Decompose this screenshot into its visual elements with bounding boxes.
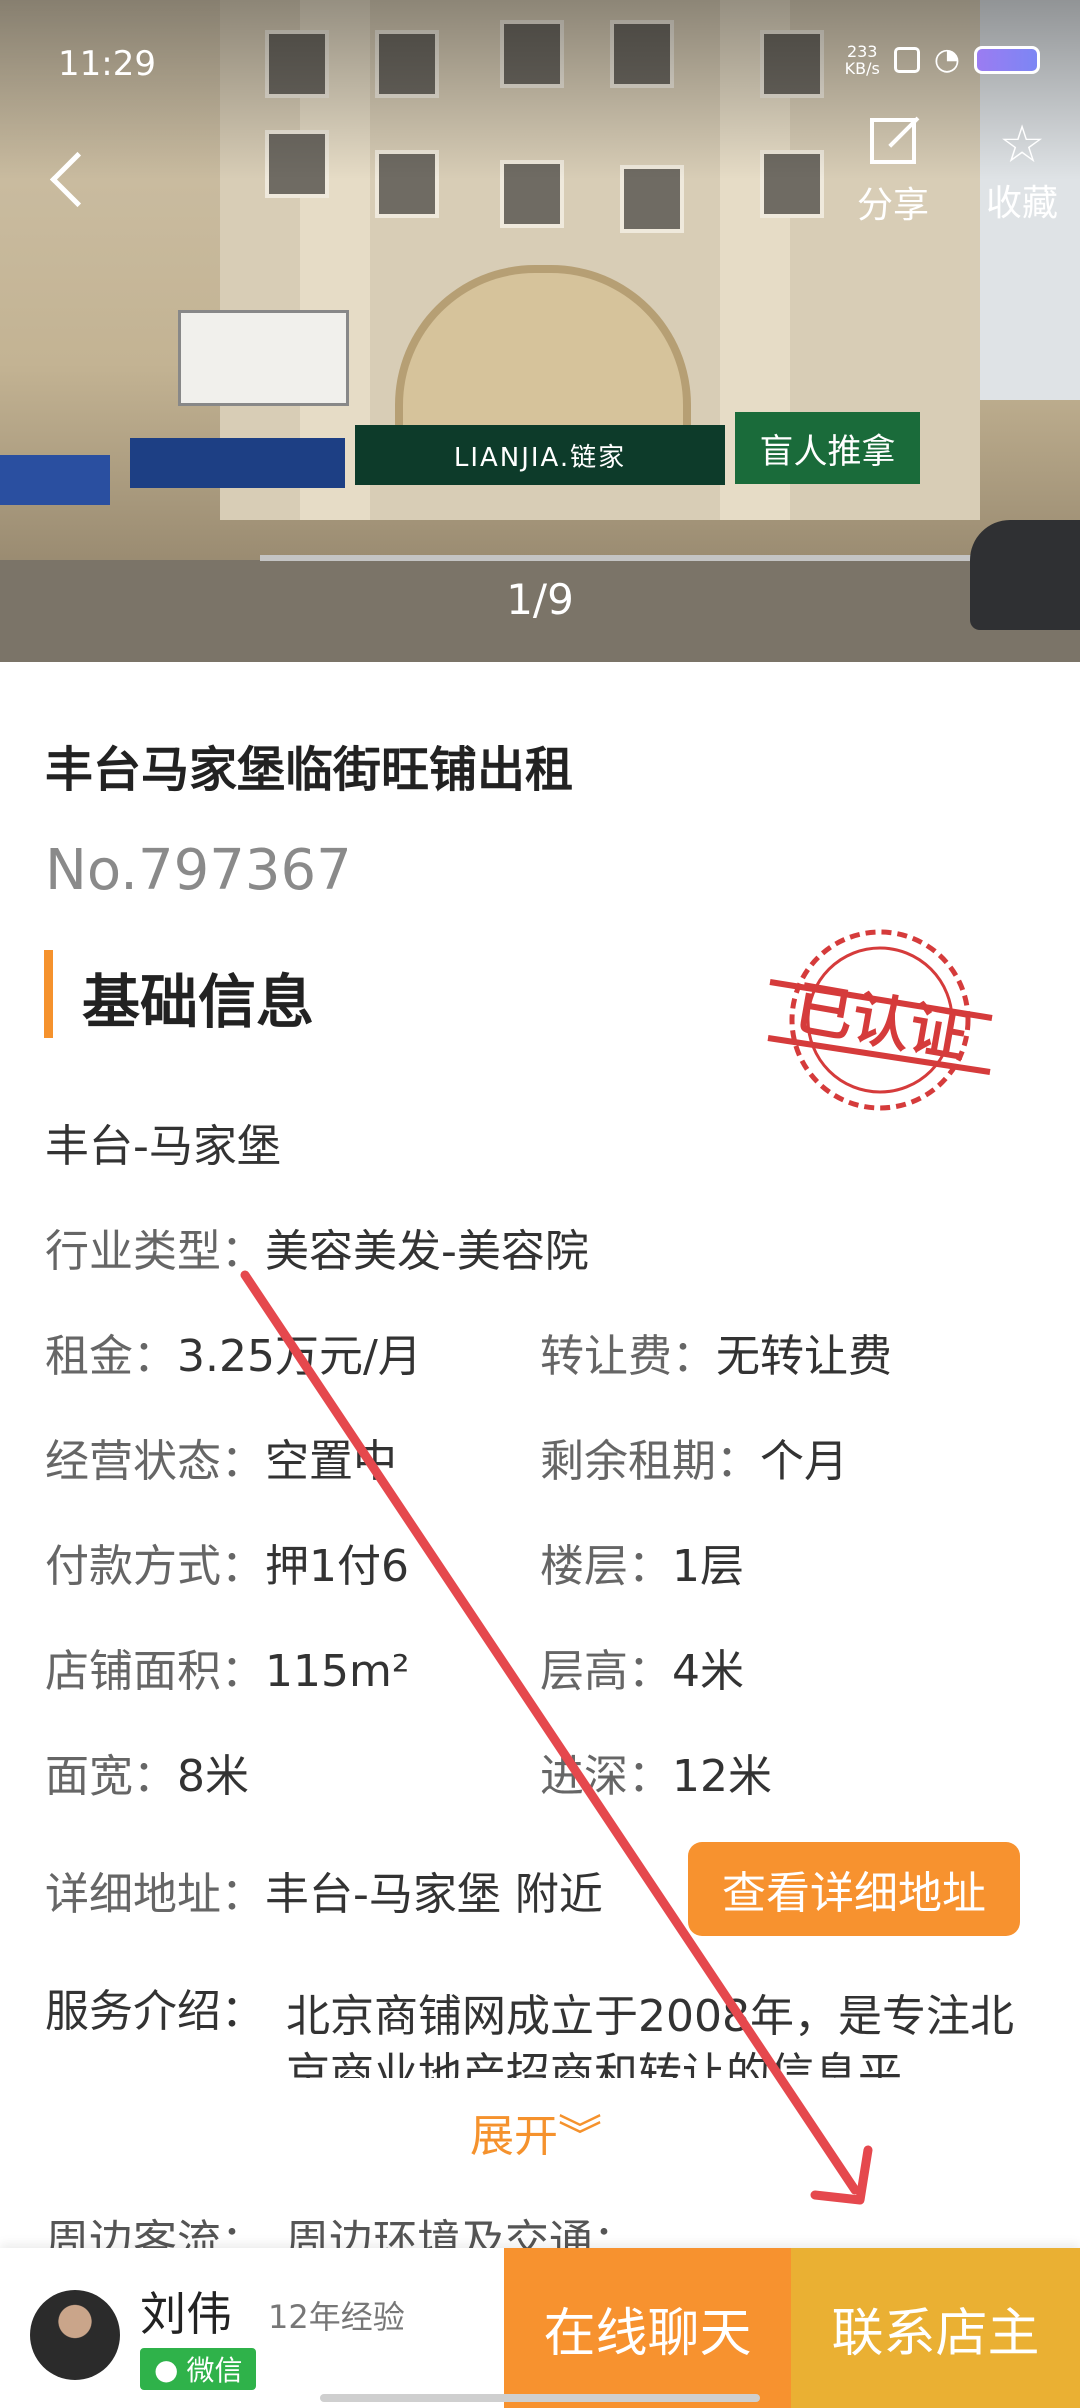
depth-label: 进深： [540,1751,672,1802]
status-label: 经营状态： [45,1436,265,1487]
detail-rent: 租金：3.25万元/月 [45,1320,422,1384]
section-accent-bar [44,950,53,1038]
transfer-value: 无转让费 [716,1331,892,1382]
chevron-down-icon: ︾ [558,2111,602,2162]
depth-value: 12米 [672,1751,772,1802]
detail-height: 层高：4米 [540,1635,744,1699]
photo-railing [260,555,1080,561]
battery-icon [974,45,1040,74]
industry-value: 美容美发-美容院 [265,1226,589,1277]
listing-number: No.797367 [45,838,352,903]
net-speed-unit: KB/s [844,58,880,78]
detail-lease: 剩余租期：个月 [540,1425,848,1489]
agent-name: 刘伟 [140,2287,232,2341]
detail-address: 详细地址：丰台-马家堡 附近 [45,1858,603,1922]
detail-status: 经营状态：空置中 [45,1425,397,1489]
favorite-button[interactable]: ☆ 收藏 [972,118,1072,226]
industry-label: 行业类型： [45,1226,265,1277]
contact-owner-button[interactable]: 联系店主 [791,2248,1080,2408]
rent-label: 租金： [45,1331,177,1382]
expand-label: 展开 [470,2111,558,2162]
expand-button[interactable]: 展开︾ [470,2100,602,2164]
section-title: 基础信息 [82,968,315,1036]
star-icon: ☆ [998,115,1046,175]
online-chat-button[interactable]: 在线聊天 [504,2248,791,2408]
photo-sign-left [0,455,110,505]
detail-industry: 行业类型：美容美发-美容院 [45,1215,589,1279]
home-indicator [320,2394,760,2402]
status-value: 空置中 [265,1436,397,1487]
address-label: 详细地址： [45,1869,265,1920]
listing-title: 丰台马家堡临街旺铺出租 [45,742,574,798]
floor-value: 1层 [672,1541,744,1592]
status-icons: 233 KB/s ◔ [845,42,1040,77]
listing-photo[interactable]: LIANJIA.链家 盲人推拿 11:29 233 KB/s ◔ 分享 ☆ 收藏… [0,0,1080,662]
view-address-button[interactable]: 查看详细地址 [688,1842,1020,1936]
bottom-action-bar: 刘伟 12年经验 ● 微信 在线聊天 联系店主 [0,2248,1080,2408]
detail-payment: 付款方式：押1付6 [45,1530,409,1594]
status-time: 11:29 [58,44,156,84]
verified-stamp: 已认证 [767,929,993,1111]
photo-sign-white [178,310,349,406]
service-intro-text: 北京商铺网成立于2008年，是专注北京商业地产招商和转让的信息平 [286,1991,1014,2078]
photo-sign-lianjia: LIANJIA.链家 [355,425,725,485]
detail-floor: 楼层：1层 [540,1530,744,1594]
area-label: 店铺面积： [45,1646,265,1697]
width-value: 8米 [177,1751,249,1802]
notification-icon [893,46,920,73]
service-label: 服务介绍： [45,1986,265,2037]
district: 丰台-马家堡 [45,1121,281,1172]
height-value: 4米 [672,1646,744,1697]
photo-sign-blue [130,438,345,488]
photo-sign-massage: 盲人推拿 [735,412,920,484]
detail-area: 店铺面积：115m² [45,1635,409,1699]
wechat-label: 微信 [186,2354,243,2387]
payment-value: 押1付6 [265,1541,409,1592]
net-speed: 233 KB/s [845,43,880,77]
favorite-label: 收藏 [985,183,1058,224]
detail-depth: 进深：12米 [540,1740,772,1804]
wifi-icon: ◔ [933,42,960,77]
share-icon [870,118,916,164]
lease-label: 剩余租期： [540,1436,760,1487]
address-value: 丰台-马家堡 附近 [265,1869,603,1920]
floor-label: 楼层： [540,1541,672,1592]
height-label: 层高： [540,1646,672,1697]
wechat-icon: ● [154,2352,179,2386]
detail-transfer: 转让费：无转让费 [540,1320,892,1384]
share-button[interactable]: 分享 [843,118,943,228]
width-label: 面宽： [45,1751,177,1802]
agent-avatar[interactable] [30,2290,120,2380]
detail-width: 面宽：8米 [45,1740,249,1804]
rent-value: 3.25万元/月 [177,1331,422,1382]
area-value: 115m² [265,1646,410,1697]
agent-experience: 12年经验 [268,2298,405,2336]
transfer-label: 转让费： [540,1331,716,1382]
photo-pager: 1/9 [506,575,574,624]
wechat-badge[interactable]: ● 微信 [140,2348,257,2390]
payment-label: 付款方式： [45,1541,265,1592]
share-label: 分享 [856,185,929,226]
lease-value: 个月 [760,1436,848,1487]
